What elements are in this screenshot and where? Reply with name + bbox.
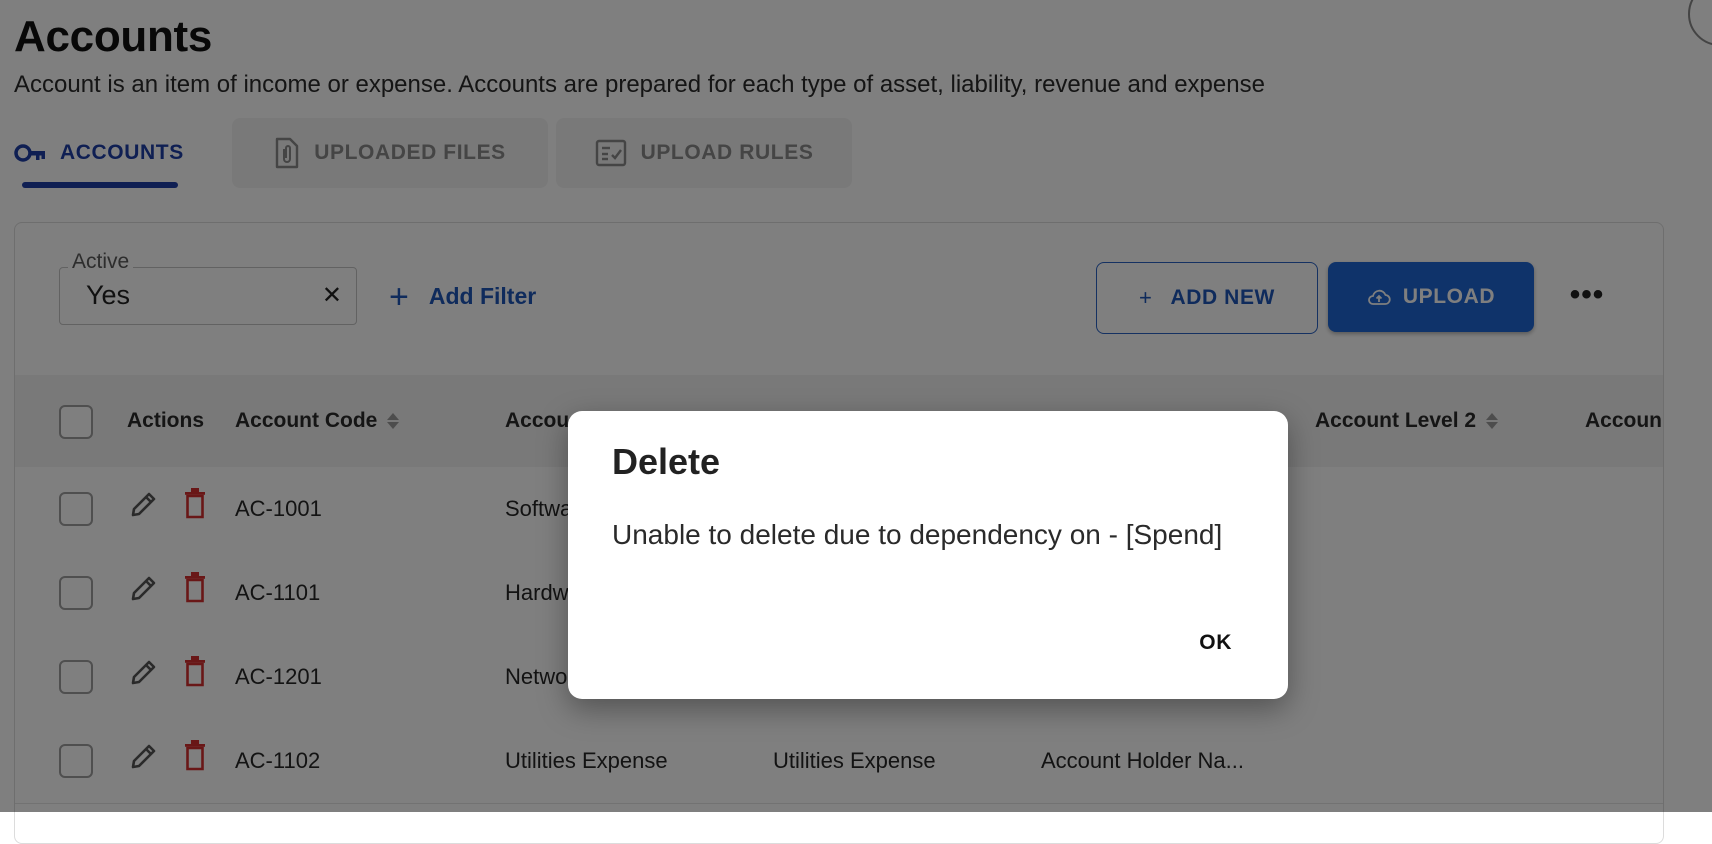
dialog-message: Unable to delete due to dependency on - … [612, 519, 1223, 550]
ok-button[interactable]: OK [1183, 623, 1248, 663]
dialog-title: Delete [612, 441, 721, 482]
delete-dialog: Delete Unable to delete due to dependenc… [568, 411, 1288, 699]
